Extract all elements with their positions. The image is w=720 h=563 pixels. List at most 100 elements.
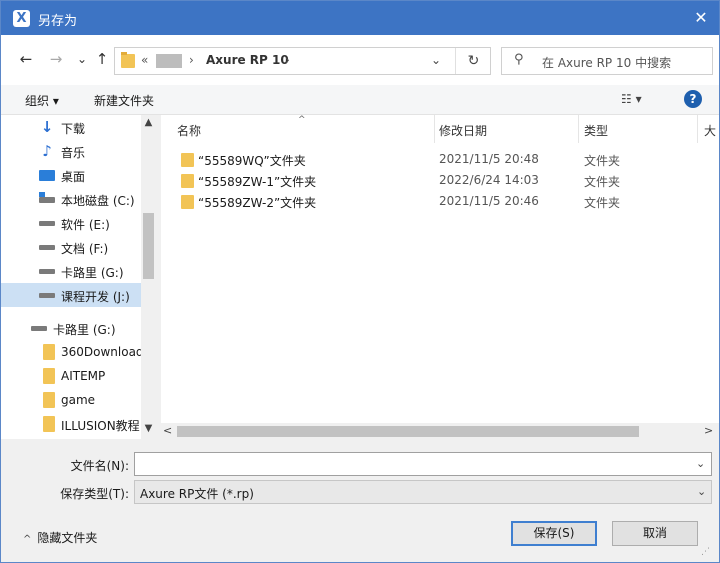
- nav-item-game[interactable]: game: [1, 388, 141, 412]
- navigation-pane-scrollbar[interactable]: ▲ ▼: [141, 115, 156, 439]
- address-bar[interactable]: « › Axure RP 10 › ⌄ ↻: [114, 47, 491, 75]
- filename-dropdown-icon[interactable]: ⌄: [696, 457, 705, 470]
- scroll-up-icon[interactable]: ▲: [141, 117, 156, 128]
- music-icon: ♪: [42, 142, 52, 160]
- search-box[interactable]: ⚲ 在 Axure RP 10 中搜索: [501, 47, 713, 75]
- nav-item-downloads[interactable]: ↓ 下载: [1, 115, 141, 139]
- address-dropdown-icon[interactable]: ⌄: [431, 53, 441, 67]
- column-header-name[interactable]: 名称: [177, 122, 201, 139]
- new-folder-button[interactable]: 新建文件夹: [94, 92, 154, 109]
- nav-item-360download[interactable]: 360Download: [1, 340, 144, 364]
- search-icon: ⚲: [514, 52, 524, 67]
- file-date: 2021/11/5 20:48: [439, 152, 539, 166]
- breadcrumb-axure-rp-10[interactable]: Axure RP 10: [206, 53, 289, 67]
- nav-item-label: 桌面: [61, 170, 86, 184]
- desktop-icon: [39, 170, 55, 181]
- folder-icon: [181, 174, 194, 188]
- column-divider[interactable]: [578, 115, 579, 143]
- file-name: “55589ZW-1”文件夹: [198, 175, 317, 189]
- column-divider[interactable]: [697, 115, 698, 143]
- column-headers: ^ 名称 修改日期 类型 大: [161, 115, 719, 143]
- folder-icon: [121, 52, 135, 68]
- filetype-select[interactable]: Axure RP文件 (*.rp) ⌄: [134, 480, 712, 504]
- nav-item-label: AITEMP: [61, 369, 106, 383]
- drive-icon: [39, 221, 55, 226]
- nav-item-label: 下载: [61, 122, 86, 136]
- file-row[interactable]: “55589ZW-2”文件夹 2021/11/5 20:46 文件夹: [161, 191, 719, 212]
- window-title: 另存为: [38, 14, 78, 29]
- nav-item-music[interactable]: ♪ 音乐: [1, 139, 141, 163]
- folder-icon: [43, 344, 55, 360]
- drive-icon: [31, 326, 47, 331]
- nav-item-label: 文档 (F:): [61, 242, 109, 256]
- scroll-right-icon[interactable]: >: [704, 424, 713, 437]
- nav-item-drive-f[interactable]: 文档 (F:): [1, 235, 141, 259]
- navigation-bar: ← → ⌄ ↑ « › Axure RP 10 › ⌄ ↻ ⚲ 在 Axure …: [1, 35, 719, 85]
- scrollbar-thumb[interactable]: [177, 426, 639, 437]
- filename-input[interactable]: [134, 452, 712, 476]
- file-name: “55589WQ”文件夹: [198, 154, 306, 168]
- scroll-down-icon[interactable]: ▼: [141, 423, 156, 434]
- local-disk-icon: [39, 192, 55, 203]
- file-type: 文件夹: [584, 154, 621, 168]
- drive-icon: [39, 269, 55, 274]
- nav-item-drive-j[interactable]: 课程开发 (J:): [1, 283, 141, 307]
- column-header-type[interactable]: 类型: [584, 122, 608, 139]
- chevron-right-icon[interactable]: ›: [285, 53, 290, 67]
- refresh-icon[interactable]: ↻: [455, 48, 491, 74]
- column-header-date[interactable]: 修改日期: [439, 122, 487, 139]
- sort-ascending-icon: ^: [298, 115, 306, 125]
- drive-icon: [39, 293, 55, 298]
- file-row[interactable]: “55589ZW-1”文件夹 2022/6/24 14:03 文件夹: [161, 170, 719, 191]
- nav-item-label: 360Download: [61, 345, 144, 359]
- nav-item-drive-g-root[interactable]: 卡路里 (G:): [1, 316, 141, 340]
- nav-item-label: 卡路里 (G:): [61, 266, 124, 280]
- save-button[interactable]: 保存(S): [511, 521, 597, 546]
- nav-item-drive-g[interactable]: 卡路里 (G:): [1, 259, 141, 283]
- help-icon[interactable]: ?: [684, 90, 702, 108]
- back-arrow-icon[interactable]: ←: [17, 50, 35, 68]
- close-button[interactable]: ✕: [689, 7, 713, 29]
- nav-item-drive-e[interactable]: 软件 (E:): [1, 211, 141, 235]
- column-header-size[interactable]: 大: [704, 122, 716, 139]
- view-options-icon[interactable]: ☷ ▾: [621, 92, 642, 106]
- nav-item-label: ILLUSION教程: [61, 419, 140, 433]
- filename-label: 文件名(N):: [70, 459, 129, 473]
- file-type: 文件夹: [584, 196, 621, 210]
- nav-item-label: game: [61, 393, 96, 407]
- search-placeholder: 在 Axure RP 10 中搜索: [542, 56, 672, 70]
- nav-item-label: 音乐: [61, 146, 86, 160]
- hide-folders-toggle[interactable]: ^ 隐藏文件夹: [23, 529, 97, 546]
- command-toolbar: 组织 ▾ 新建文件夹 ☷ ▾ ?: [1, 85, 719, 115]
- forward-arrow-icon[interactable]: →: [47, 50, 65, 68]
- column-divider[interactable]: [434, 115, 435, 143]
- folder-icon: [43, 416, 55, 432]
- nav-item-local-disk-c[interactable]: 本地磁盘 (C:): [1, 187, 141, 211]
- scroll-left-icon[interactable]: <: [163, 424, 172, 437]
- file-date: 2022/6/24 14:03: [439, 173, 539, 187]
- file-list-horizontal-scrollbar[interactable]: < >: [161, 423, 719, 439]
- address-redacted-segment: [156, 54, 182, 68]
- organize-menu[interactable]: 组织 ▾: [25, 92, 59, 109]
- cancel-button[interactable]: 取消: [612, 521, 698, 546]
- navigation-pane: ↓ 下载 ♪ 音乐 桌面 本地磁盘 (C:) 软件 (E:) 文档 (F:) 卡…: [1, 115, 156, 439]
- save-as-dialog: X 另存为 ✕ ← → ⌄ ↑ « › Axure RP 10 › ⌄ ↻ ⚲ …: [0, 0, 720, 563]
- file-row[interactable]: “55589WQ”文件夹 2021/11/5 20:48 文件夹: [161, 149, 719, 170]
- nav-item-illusion[interactable]: ILLUSION教程: [1, 412, 141, 436]
- recent-locations-chevron-icon[interactable]: ⌄: [73, 50, 91, 68]
- download-icon: ↓: [40, 118, 54, 136]
- up-arrow-icon[interactable]: ↑: [93, 50, 111, 68]
- filetype-value: Axure RP文件 (*.rp): [140, 487, 254, 501]
- nav-item-label: 卡路里 (G:): [53, 323, 116, 337]
- scrollbar-thumb[interactable]: [143, 213, 154, 279]
- resize-grip-icon[interactable]: ⋰: [701, 547, 715, 559]
- folder-icon: [181, 195, 194, 209]
- nav-item-desktop[interactable]: 桌面: [1, 163, 141, 187]
- nav-item-aitemp[interactable]: AITEMP: [1, 364, 141, 388]
- chevron-right-icon[interactable]: ›: [189, 53, 194, 67]
- address-overflow[interactable]: «: [141, 53, 148, 67]
- file-type: 文件夹: [584, 175, 621, 189]
- title-bar: X 另存为 ✕: [1, 1, 719, 35]
- nav-item-label: 软件 (E:): [61, 218, 110, 232]
- folder-icon: [181, 153, 194, 167]
